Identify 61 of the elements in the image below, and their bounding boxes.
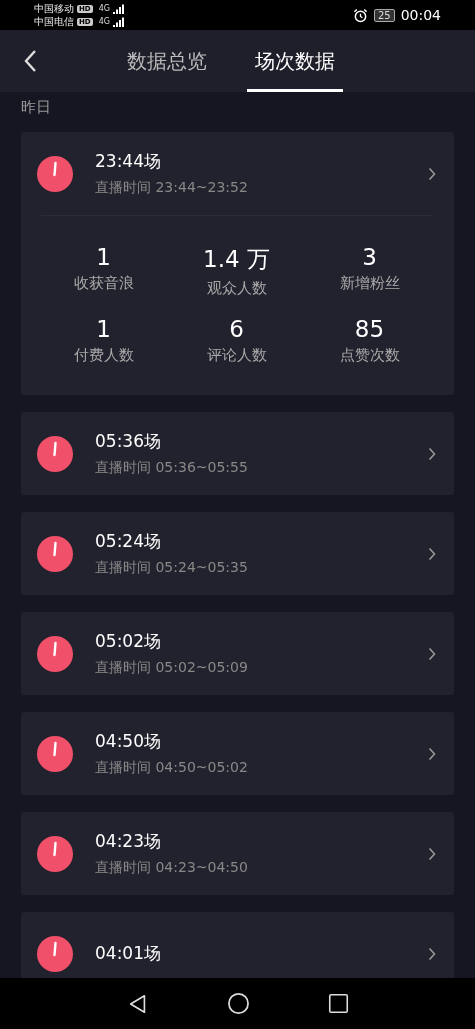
chevron-right-icon xyxy=(428,646,436,661)
chevron-right-icon xyxy=(428,166,436,181)
clock-icon xyxy=(37,935,73,972)
session-title: 04:50场 xyxy=(95,730,162,753)
session-title: 05:24场 xyxy=(95,530,162,553)
signal-icon xyxy=(112,3,125,14)
chevron-right-icon xyxy=(428,846,436,861)
stat-label: 收获音浪 xyxy=(73,274,134,293)
session-time: 直播时间 04:50~05:02 xyxy=(95,759,249,777)
battery-level: 25 xyxy=(373,8,395,22)
stat-label: 观众人数 xyxy=(206,279,267,298)
session-card[interactable]: 04:01场 xyxy=(21,912,454,978)
session-title: 05:36场 xyxy=(95,430,162,453)
chevron-right-icon xyxy=(428,546,436,561)
tab[interactable]: 数据总览 xyxy=(119,30,215,92)
session-time: 直播时间 05:24~05:35 xyxy=(95,559,249,577)
clock-icon xyxy=(37,635,73,672)
chevron-right-icon xyxy=(428,746,436,761)
stat-label: 付费人数 xyxy=(73,346,134,365)
session-time: 直播时间 23:44~23:52 xyxy=(95,179,249,197)
tab[interactable]: 场次数据 xyxy=(247,30,343,92)
recents-icon[interactable] xyxy=(327,993,349,1014)
chevron-right-icon xyxy=(428,946,436,961)
stat-value: 85 xyxy=(354,316,385,342)
clock-time: 00:04 xyxy=(400,7,441,23)
session-card[interactable]: 05:36场 直播时间 05:36~05:55 xyxy=(21,412,454,495)
section-label: 昨日 xyxy=(21,97,52,118)
session-card[interactable]: 23:44场 直播时间 23:44~23:52 1 收获音浪 1.4 万 观众人数 3 新增粉丝 1 付费人数 6 评论人数 85 点赞次数 xyxy=(21,132,454,395)
network-type: 4G xyxy=(98,4,110,13)
session-card[interactable]: 04:50场 直播时间 04:50~05:02 xyxy=(21,712,454,795)
clock-icon xyxy=(37,835,73,872)
stat-value: 1 xyxy=(96,316,111,342)
clock-icon xyxy=(37,535,73,572)
session-time: 直播时间 05:02~05:09 xyxy=(95,659,249,677)
stat-label: 点赞次数 xyxy=(339,346,400,365)
signal-icon xyxy=(112,16,125,27)
session-card[interactable]: 05:24场 直播时间 05:24~05:35 xyxy=(21,512,454,595)
alarm-icon xyxy=(352,7,368,23)
back-icon[interactable] xyxy=(23,49,37,73)
session-card[interactable]: 05:02场 直播时间 05:02~05:09 xyxy=(21,612,454,695)
session-title: 23:44场 xyxy=(95,150,162,173)
stat-value: 6 xyxy=(229,316,244,342)
chevron-right-icon xyxy=(428,446,436,461)
session-title: 05:02场 xyxy=(95,630,162,653)
stat-label: 新增粉丝 xyxy=(339,274,400,293)
stat-value: 3 xyxy=(362,244,377,270)
session-title: 04:01场 xyxy=(95,942,162,965)
stat-label: 评论人数 xyxy=(206,346,267,365)
clock-icon xyxy=(37,435,73,472)
carrier-name: 中国移动 xyxy=(34,2,74,15)
clock-icon xyxy=(37,155,73,192)
stat-value: 1 xyxy=(96,244,111,270)
clock-icon xyxy=(37,735,73,772)
session-time: 直播时间 04:23~04:50 xyxy=(95,859,249,877)
carrier-name: 中国电信 xyxy=(34,15,74,28)
session-title: 04:23场 xyxy=(95,830,162,853)
session-time: 直播时间 05:36~05:55 xyxy=(95,459,249,477)
stat-value: 1.4 万 xyxy=(203,245,270,274)
session-card[interactable]: 04:23场 直播时间 04:23~04:50 xyxy=(21,812,454,895)
home-icon[interactable] xyxy=(226,992,250,1015)
network-type: 4G xyxy=(98,17,110,26)
